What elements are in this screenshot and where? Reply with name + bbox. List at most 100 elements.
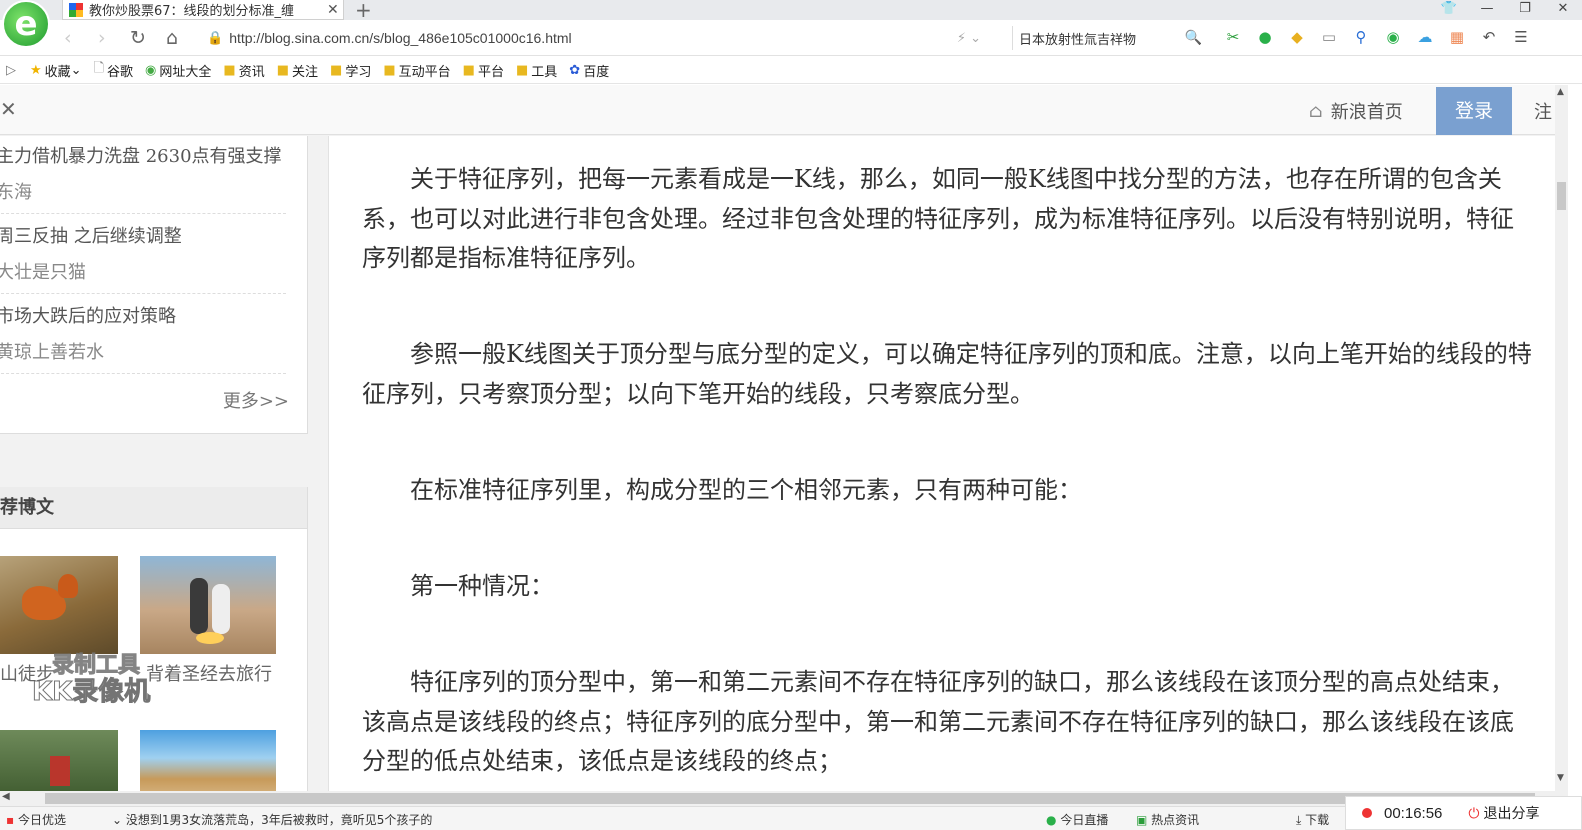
new-tab-button[interactable]: + [355, 0, 372, 22]
scroll-down-icon[interactable]: ▼ [1557, 773, 1564, 783]
screenshot-icon[interactable]: ▭ [1318, 28, 1340, 46]
undo-icon[interactable]: ↶ [1478, 28, 1500, 46]
magnifier-icon[interactable]: ⚲ [1350, 28, 1372, 46]
home-icon[interactable]: ⌂ [166, 27, 178, 49]
reload-icon[interactable]: ↻ [130, 27, 146, 49]
flame-icon: ▪ [6, 813, 15, 827]
folder-icon: ■ [462, 62, 475, 78]
bookmark-item[interactable]: ■ 平台 [463, 61, 504, 80]
article-paragraph: 关于特征序列，把每一元素看成是一K线，那么，如同一般K线图中找分型的方法，也存在… [362, 165, 1514, 272]
related-posts-panel: 主力借机暴力洗盘 2630点有强支撑 东海 周三反抽 之后继续调整 大壮是只猫 … [0, 136, 308, 434]
close-window-button[interactable]: ✕ [1544, 0, 1582, 20]
folder-icon: ■ [223, 62, 236, 78]
folder-icon: ■ [515, 62, 529, 78]
address-bar[interactable]: 🔒 http://blog.sina.com.cn/s/blog_486e105… [203, 26, 999, 50]
paw-icon: ✿ [569, 62, 581, 78]
bookmark-item[interactable]: ■ 工具 [516, 61, 557, 80]
record-timer: 00:16:56 [1384, 804, 1443, 822]
browser-logo: e [2, 0, 50, 48]
bookmarks-bar: ▷ ★ 收藏 ⌄ 🗋 谷歌 ◉ 网址大全 ■ 资讯 ■ 关注 ■ 学习 ■ 互动平台 ■ 平台 … [0, 57, 1582, 84]
translate-icon[interactable]: ● [1254, 28, 1276, 46]
sidebar-toggle-icon[interactable]: ▷ [6, 63, 16, 78]
tab-title: 教你炒股票67：线段的划分标准_缠 [89, 4, 295, 19]
forward-icon[interactable]: › [98, 27, 106, 49]
watermark: KK录像机 [31, 677, 151, 708]
article-paragraph: 特征序列的顶分型中，第一和第二元素间不存在特征序列的缺口，那么该线段在该顶分型的… [362, 668, 1514, 775]
folder-icon: ■ [383, 62, 396, 78]
favicon-icon [69, 2, 83, 17]
travel-thumbnail[interactable] [140, 556, 276, 654]
power-icon: ⏻ [1468, 806, 1480, 822]
bookmark-item[interactable]: ■ 资讯 [223, 61, 264, 80]
hot-news-link[interactable]: ▣ 热点资讯 [1136, 811, 1199, 828]
search-icon[interactable]: 🔍 [1185, 30, 1202, 46]
list-item[interactable]: 主力借机暴力洗盘 2630点有强支撑 东海 [0, 142, 286, 214]
folder-icon: ■ [330, 62, 343, 78]
lightning-icon[interactable]: ⚡ ⌄ [957, 31, 981, 46]
news-icon: ▣ [1136, 813, 1148, 827]
bookmark-item[interactable]: ■ 互动平台 [383, 61, 450, 80]
tab-bar: 教你炒股票67：线段的划分标准_缠 ✕ + 👕 — ❐ ✕ [0, 0, 1582, 22]
forest-thumbnail[interactable] [0, 730, 118, 791]
bookmark-item[interactable]: 🗋 谷歌 [94, 59, 133, 81]
shirt-icon[interactable]: 👕 [1430, 0, 1468, 20]
article-paragraph: 参照一般K线图关于顶分型与底分型的定义，可以确定特征序列的顶和底。注意，以向上笔… [362, 340, 1532, 408]
scroll-up-icon[interactable]: ▲ [1557, 87, 1564, 97]
browser-tab[interactable]: 教你炒股票67：线段的划分标准_缠 ✕ [62, 0, 344, 20]
minimize-button[interactable]: — [1468, 0, 1506, 20]
menu-icon[interactable]: ☰ [1510, 28, 1532, 46]
scrollbar-thumb[interactable] [45, 793, 1535, 804]
search-query: 日本放射性氚吉祥物 [1019, 32, 1137, 48]
list-item[interactable]: 周三反抽 之后继续调整 大壮是只猫 [0, 222, 286, 294]
globe-icon: ◉ [145, 62, 157, 78]
horizontal-scrollbar[interactable]: ◀ [0, 791, 1568, 806]
today-picks[interactable]: ▪ 今日优选 [6, 811, 66, 828]
house-icon: ⌂ [1309, 100, 1323, 122]
window-controls: 👕 — ❐ ✕ [1430, 0, 1582, 20]
bookmark-item[interactable]: ■ 学习 [330, 61, 371, 80]
extension-toolbar: ✂ ● ◆ ▭ ⚲ ◉ ☁ ▦ ↶ ☰ [1222, 28, 1532, 46]
news-ticker[interactable]: ⌄ 没想到1男3女流落荒岛，3年后被救时，竟听见5个孩子的 [112, 811, 522, 828]
fox-thumbnail[interactable] [0, 556, 118, 654]
tab-close-icon[interactable]: ✕ [327, 2, 339, 18]
download-link[interactable]: ⤓ 下载 [1296, 811, 1329, 828]
live-link[interactable]: ● 今日直播 [1046, 811, 1108, 828]
scissors-icon[interactable]: ✂ [1222, 28, 1244, 46]
apps-icon[interactable]: ▦ [1446, 28, 1468, 46]
url-text: http://blog.sina.com.cn/s/blog_486e105c0… [229, 30, 572, 46]
back-icon[interactable]: ‹ [64, 27, 72, 49]
recommend-header: 荐博文 [0, 487, 307, 529]
register-link[interactable]: 注 [1534, 98, 1552, 124]
record-dot-icon [1362, 808, 1372, 818]
list-item[interactable]: 市场大跌后的应对策略 黄琼上善若水 [0, 302, 286, 374]
cloud-icon[interactable]: ☁ [1414, 28, 1436, 46]
site-header: ✕ ⌂ 新浪首页 登录 注 [0, 85, 1568, 135]
star-icon: ★ [30, 62, 42, 78]
search-input[interactable]: 日本放射性氚吉祥物 🔍 [1012, 26, 1202, 50]
bookmark-item[interactable]: ✿ 百度 [569, 61, 609, 80]
chat-icon[interactable]: ◉ [1382, 28, 1404, 46]
thumbnail-caption[interactable]: 背着圣经去旅行 [146, 660, 286, 686]
exit-share-button[interactable]: ⏻ 退出分享 [1468, 803, 1539, 823]
coast-thumbnail[interactable] [140, 730, 276, 791]
shield-icon[interactable]: ◆ [1286, 28, 1308, 46]
bookmark-item[interactable]: ◉ 网址大全 [145, 61, 211, 80]
sina-home-link[interactable]: ⌂ 新浪首页 [1309, 98, 1403, 124]
article-paragraph: 第一种情况： [410, 572, 554, 600]
more-link[interactable]: 更多>> [223, 387, 289, 413]
article-body: 关于特征序列，把每一元素看成是一K线，那么，如同一般K线图中找分型的方法，也存在… [328, 136, 1568, 791]
recorder-overlay: 00:16:56 ⏻ 退出分享 [1345, 796, 1582, 830]
live-icon: ● [1046, 813, 1057, 827]
restore-button[interactable]: ❐ [1506, 0, 1544, 20]
page-icon: 🗋 [93, 61, 105, 76]
web-page: ✕ ⌂ 新浪首页 登录 注 主力借机暴力洗盘 2630点有强支撑 东海 周三反抽… [0, 85, 1568, 791]
bookmark-item[interactable]: ■ 关注 [277, 61, 318, 80]
close-icon[interactable]: ✕ [0, 97, 17, 121]
vertical-scrollbar[interactable]: ▲ ▼ [1555, 85, 1568, 791]
login-button[interactable]: 登录 [1436, 87, 1512, 135]
bookmark-item[interactable]: ★ 收藏 ⌄ [30, 61, 82, 80]
scroll-left-icon[interactable]: ◀ [2, 791, 10, 802]
scrollbar-thumb[interactable] [1557, 182, 1566, 210]
navigation-bar: ‹ › ↻ ⌂ 🔒 http://blog.sina.com.cn/s/blog… [0, 20, 1582, 56]
lock-icon: 🔒 [207, 30, 224, 46]
